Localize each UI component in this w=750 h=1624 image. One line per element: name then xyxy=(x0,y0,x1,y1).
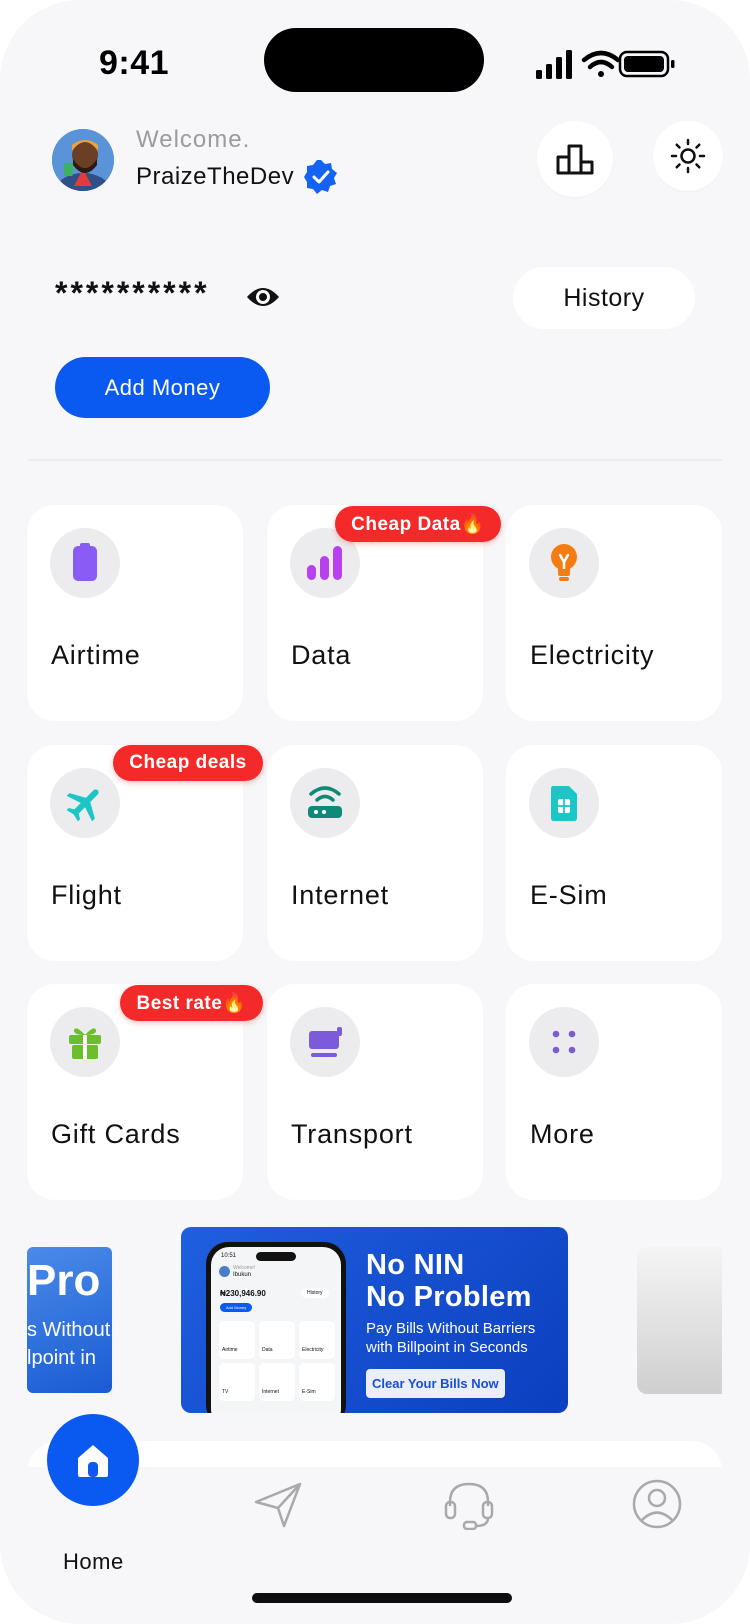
router-icon xyxy=(290,768,360,838)
service-more[interactable]: More xyxy=(506,984,722,1200)
bulb-icon xyxy=(529,528,599,598)
banner-title-line1: No NIN xyxy=(366,1249,465,1281)
mock-name: Ibukun xyxy=(233,1272,252,1278)
promo-banner-next[interactable] xyxy=(637,1247,722,1394)
mock-amount: ₦230,946.90 xyxy=(220,1289,266,1298)
wifi-icon xyxy=(581,50,621,77)
service-label: Electricity xyxy=(530,640,655,670)
service-label: More xyxy=(530,1119,595,1149)
welcome-text: Welcome. xyxy=(136,126,251,153)
mock-add-money: Add Money xyxy=(220,1303,253,1312)
banner-cta-button[interactable]: Clear Your Bills Now xyxy=(366,1369,505,1398)
battery-icon xyxy=(618,50,675,78)
avatar[interactable] xyxy=(52,129,114,191)
airplane-icon xyxy=(50,768,120,838)
mock-history: History xyxy=(301,1288,329,1298)
support-headset-icon[interactable] xyxy=(442,1476,496,1530)
banner-prev-text1: s Without xyxy=(27,1319,111,1341)
service-transport[interactable]: Transport xyxy=(267,984,483,1200)
mock-tile: E-Sim xyxy=(299,1363,335,1401)
mock-tile: Electricity xyxy=(299,1321,335,1359)
history-button[interactable]: History xyxy=(513,267,695,329)
service-label: Flight xyxy=(51,880,122,910)
mock-tile: Data xyxy=(259,1321,295,1359)
banner-title: No NIN No Problem xyxy=(366,1249,532,1313)
status-time: 9:41 xyxy=(99,44,170,82)
theme-toggle-button[interactable] xyxy=(653,121,723,191)
service-label: Airtime xyxy=(51,640,141,670)
status-icons xyxy=(536,50,675,79)
nav-home[interactable] xyxy=(47,1414,139,1506)
banner-title-line2: No Problem xyxy=(366,1281,532,1313)
banner-prev-title: Pro xyxy=(27,1256,101,1305)
banner-subtitle: Pay Bills Without Barriers with Billpoin… xyxy=(366,1319,535,1357)
phone-icon xyxy=(50,528,120,598)
leaderboard-button[interactable] xyxy=(537,121,613,197)
badge-cheap-deals: Cheap deals xyxy=(113,745,263,781)
promo-banner-previous[interactable]: Pro s Without lpoint in xyxy=(27,1247,112,1393)
service-esim[interactable]: E-Sim xyxy=(506,745,722,961)
home-icon xyxy=(78,1445,108,1477)
service-label: Data xyxy=(291,640,352,670)
mock-tile: Internet xyxy=(259,1363,295,1401)
username: PraizeTheDev xyxy=(136,163,295,190)
signal-icon xyxy=(536,50,572,79)
promo-banner[interactable]: 10:51 Welcome! Ibukun ₦230,946.90 Histor… xyxy=(181,1227,568,1413)
banner-phone-mock: 10:51 Welcome! Ibukun ₦230,946.90 Histor… xyxy=(206,1242,346,1413)
home-indicator xyxy=(252,1593,512,1603)
mock-island xyxy=(256,1252,296,1261)
mock-welcome: Welcome! xyxy=(233,1265,256,1271)
verified-badge-icon xyxy=(304,160,337,194)
app-screen: 9:41 Welcome. PraizeTheDev ********** Hi… xyxy=(0,0,750,1624)
sun-icon xyxy=(670,138,706,174)
avatar-image xyxy=(52,129,114,191)
divider xyxy=(28,459,722,461)
podium-icon xyxy=(556,144,594,175)
nav-home-label: Home xyxy=(63,1549,124,1574)
dynamic-island xyxy=(264,28,484,92)
dots-grid-icon xyxy=(529,1007,599,1077)
profile-icon[interactable] xyxy=(630,1477,684,1531)
sim-icon xyxy=(529,768,599,838)
cart-icon xyxy=(290,1007,360,1077)
banner-subtitle-line1: Pay Bills Without Barriers xyxy=(366,1320,536,1337)
gift-icon xyxy=(50,1007,120,1077)
eye-icon[interactable] xyxy=(246,283,280,311)
send-icon[interactable] xyxy=(252,1478,306,1532)
service-electricity[interactable]: Electricity xyxy=(506,505,722,721)
service-label: Transport xyxy=(291,1119,413,1149)
service-airtime[interactable]: Airtime xyxy=(27,505,243,721)
service-label: Internet xyxy=(291,880,389,910)
service-label: E-Sim xyxy=(530,880,608,910)
badge-best-rate: Best rate🔥 xyxy=(120,985,263,1021)
banner-phone-screen: 10:51 Welcome! Ibukun ₦230,946.90 Histor… xyxy=(211,1247,341,1413)
add-money-button[interactable]: Add Money xyxy=(55,357,270,418)
badge-cheap-data: Cheap Data🔥 xyxy=(335,506,501,542)
service-internet[interactable]: Internet xyxy=(267,745,483,961)
mock-avatar xyxy=(219,1266,230,1277)
mock-tile: TV xyxy=(219,1363,255,1401)
service-label: Gift Cards xyxy=(51,1119,181,1149)
banner-subtitle-line2: with Billpoint in Seconds xyxy=(366,1339,528,1356)
mock-time: 10:51 xyxy=(221,1253,237,1259)
balance-masked: ********** xyxy=(55,275,210,311)
banner-prev-text2: lpoint in xyxy=(27,1347,96,1369)
mock-tile: Airtime xyxy=(219,1321,255,1359)
